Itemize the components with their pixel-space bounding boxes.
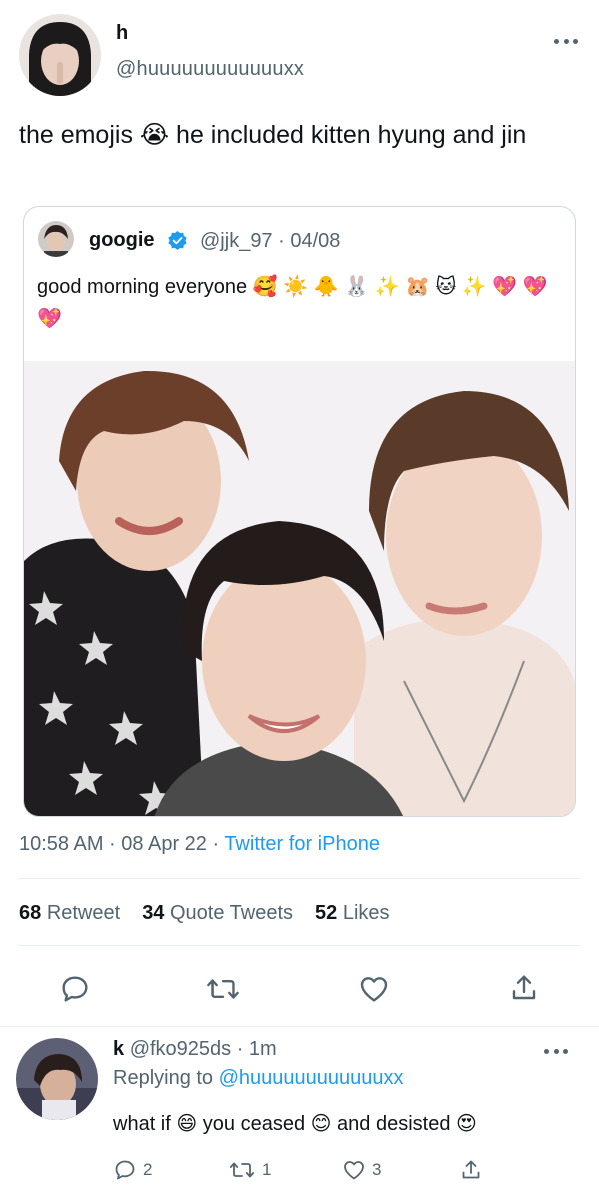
timestamp-row: 10:58 AM · 08 Apr 22 · Twitter for iPhon…: [19, 833, 380, 856]
reply-retweet-button[interactable]: 1: [228, 1158, 271, 1182]
stats-row: 68 Retweet 34 Quote Tweets 52 Likes: [19, 902, 412, 925]
share-icon: [462, 1160, 480, 1179]
author-name[interactable]: h: [116, 22, 128, 45]
reply-like-count: 3: [372, 1160, 382, 1179]
reply-icon[interactable]: [59, 973, 91, 1005]
quoted-tweet-text: good morning everyone 🥰 ☀️ 🐥 🐰 ✨ 🐹 🐱 ✨ 💖…: [37, 276, 548, 330]
retweets-stat[interactable]: 68 Retweet: [19, 902, 120, 925]
retweet-icon[interactable]: [206, 973, 240, 1005]
author-handle[interactable]: @huuuuuuuuuuuuxx: [116, 58, 304, 81]
reply-like-button[interactable]: 3: [342, 1158, 381, 1182]
quoted-tweet-photo[interactable]: [24, 361, 575, 816]
reply-comment-button[interactable]: 2: [113, 1158, 152, 1182]
retweet-icon: [229, 1162, 255, 1178]
author-avatar[interactable]: [19, 14, 101, 96]
replying-to-line: Replying to @huuuuuuuuuuuuxx: [113, 1067, 404, 1089]
verified-badge-icon: [167, 230, 188, 251]
share-icon[interactable]: [508, 972, 540, 1004]
more-options-icon[interactable]: [554, 36, 578, 46]
heart-icon: [344, 1161, 364, 1180]
like-icon[interactable]: [358, 973, 390, 1005]
time-and-date[interactable]: 10:58 AM · 08 Apr 22 ·: [19, 833, 224, 855]
reply-text: what if 😄 you ceased 😊 and desisted 😍: [113, 1113, 477, 1135]
reply-handle-and-time[interactable]: @fko925ds · 1m: [130, 1038, 277, 1060]
quote-tweets-stat[interactable]: 34 Quote Tweets: [142, 902, 293, 925]
reply-header: k @fko925ds · 1m: [113, 1038, 277, 1061]
quoted-author-avatar[interactable]: [38, 221, 74, 257]
source-link[interactable]: Twitter for iPhone: [224, 833, 380, 855]
reply-author-avatar[interactable]: [16, 1038, 98, 1120]
quoted-handle-and-date: @jjk_97 · 04/08: [200, 230, 341, 252]
comment-icon: [115, 1160, 135, 1180]
reply-more-options-icon[interactable]: [544, 1046, 568, 1056]
reply-retweet-count: 1: [262, 1160, 272, 1179]
tweet-text: the emojis 😭 he included kitten hyung an…: [19, 121, 527, 149]
replying-to-handle-link[interactable]: @huuuuuuuuuuuuxx: [219, 1067, 404, 1089]
reply-comment-count: 2: [143, 1160, 153, 1179]
divider: [19, 945, 580, 946]
quoted-author-name[interactable]: googie: [89, 229, 155, 252]
likes-stat[interactable]: 52 Likes: [315, 902, 390, 925]
reply-author-name[interactable]: k: [113, 1038, 124, 1060]
reply-share-button[interactable]: [459, 1158, 489, 1182]
quoted-tweet-card[interactable]: googie @jjk_97 · 04/08 good morning ever…: [23, 206, 576, 817]
divider: [19, 878, 580, 879]
divider: [0, 1026, 599, 1027]
